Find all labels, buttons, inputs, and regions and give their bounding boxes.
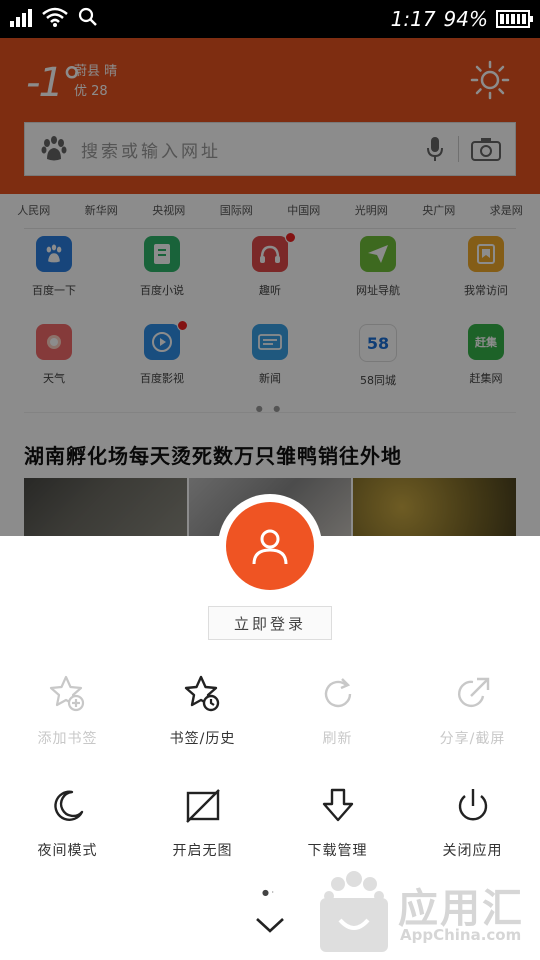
menu-label: 刷新: [322, 731, 353, 747]
menu-row: 添加书签 书签/历史 刷新 分享/截屏: [0, 674, 540, 748]
menu-label: 书签/历史: [169, 731, 236, 747]
share-icon: [457, 677, 489, 708]
watermark: 应用汇 AppChina.com: [312, 864, 540, 960]
signal-icon: [10, 7, 32, 27]
power-icon: [458, 789, 487, 821]
menu-label: 下载管理: [307, 843, 368, 859]
page-dots: ● ·: [262, 888, 275, 897]
status-bar: 1:17 94%: [0, 0, 540, 38]
star-history-icon: [184, 675, 219, 712]
menu-label: 开启无图: [172, 843, 233, 859]
menu-label: 夜间模式: [37, 843, 98, 859]
battery-percent: 94%: [443, 7, 488, 31]
no-image-button[interactable]: 开启无图: [135, 786, 270, 860]
no-image-icon: [185, 789, 220, 823]
star-add-icon: [49, 675, 84, 712]
bookmarks-history-button[interactable]: 书签/历史: [135, 674, 270, 748]
dim-overlay[interactable]: [0, 38, 540, 536]
download-icon: [322, 788, 353, 822]
user-icon: [252, 529, 288, 565]
menu-label: 分享/截屏: [439, 731, 506, 747]
avatar[interactable]: [226, 502, 314, 590]
menu-label: 添加书签: [37, 731, 98, 747]
add-bookmark-button[interactable]: 添加书签: [0, 674, 135, 748]
refresh-icon: [324, 678, 351, 708]
close-app-button[interactable]: 关闭应用: [405, 786, 540, 860]
download-manager-button[interactable]: 下载管理: [270, 786, 405, 860]
appchina-logo-icon: [320, 871, 388, 952]
search-icon: [78, 7, 97, 26]
status-time: 1:17: [390, 7, 436, 31]
wifi-icon: [42, 7, 68, 27]
chevron-down-icon[interactable]: [254, 914, 286, 936]
menu-label: 关闭应用: [442, 843, 503, 859]
share-screenshot-button[interactable]: 分享/截屏: [405, 674, 540, 748]
moon-icon: [53, 790, 83, 821]
login-button[interactable]: 立即登录: [208, 606, 332, 640]
battery-icon: [496, 10, 533, 28]
menu-row: 夜间模式 开启无图 下载管理 关闭应用: [0, 786, 540, 860]
night-mode-button[interactable]: 夜间模式: [0, 786, 135, 860]
refresh-button[interactable]: 刷新: [270, 674, 405, 748]
watermark-subtitle: AppChina.com: [400, 926, 522, 944]
